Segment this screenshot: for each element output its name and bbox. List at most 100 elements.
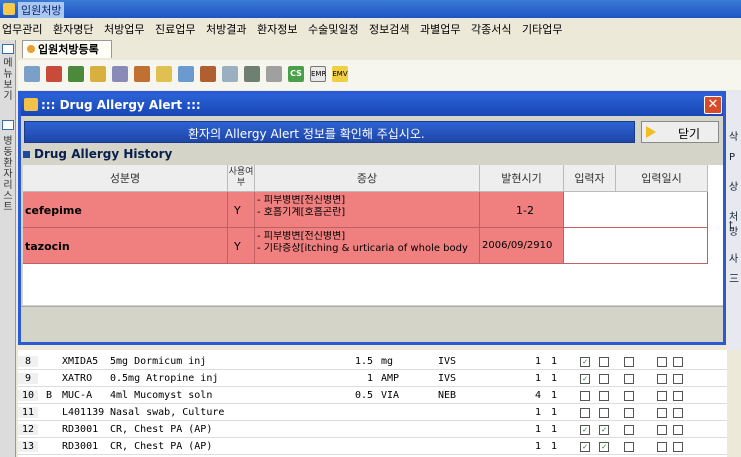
menu-item-search[interactable]: 정보검색 [369,21,409,37]
print-icon[interactable] [24,66,40,82]
emv-icon[interactable]: EMV [332,66,348,82]
book-icon[interactable] [68,66,84,82]
order-checkbox[interactable] [624,408,634,418]
order-checkbox[interactable] [599,391,609,401]
col-header-ingredient[interactable]: 성분명 [23,165,228,192]
order-row[interactable]: 10 B MUC-A 4ml Mucomyst soln 0.5 VIA NEB 4 1 [18,388,727,404]
order-checkbox[interactable] [624,391,634,401]
menu-bar: 업무관리 환자명단 처방업무 진료업무 처방결과 환자정보 수술및일정 정보검색… [0,18,741,38]
order-checkbox[interactable] [673,357,683,367]
order-row[interactable]: 9 XATRO 0.5mg Atropine inj 1 AMP IVS 1 1 ✓ [18,371,727,387]
allergy-history-grid: 성분명 사용여부 증상 발현시기 입력자 입력일시 cefepime Y - 피… [23,165,723,305]
order-row[interactable]: 12 RD3001 CR, Chest PA (AP) 1 1 ✓ ✓ [18,422,727,438]
order-checkbox[interactable] [580,391,590,401]
order-code: MUC-A [62,390,93,401]
menu-item-patients[interactable]: 환자명단 [53,21,93,37]
form-icon[interactable] [178,66,194,82]
order-checkbox[interactable] [673,391,683,401]
menu-item-surgery[interactable]: 수술및일정 [308,21,359,37]
menu-item-forms[interactable]: 각종서식 [471,21,511,37]
order-checkbox[interactable] [599,408,609,418]
order-qty: 1.5 [354,356,373,367]
close-button-label: 닫기 [678,127,701,141]
emr-icon-label: EMR [311,70,327,78]
order-checkbox[interactable]: ✓ [580,374,590,384]
order-checkbox[interactable]: ✓ [580,357,590,367]
menu-item-patient-info[interactable]: 환자정보 [257,21,297,37]
sidebar-toggle-icon[interactable] [2,44,14,54]
order-checkbox[interactable] [673,425,683,435]
menu-item-etc[interactable]: 기타업무 [522,21,562,37]
order-checkbox[interactable] [657,374,667,384]
menu-item-orders[interactable]: 처방업무 [104,21,144,37]
order-checkbox[interactable] [624,442,634,452]
order-checkbox[interactable] [673,374,683,384]
col-header-entered-by[interactable]: 입력자 [564,165,616,192]
order-code: RD3001 [62,441,99,452]
search-icon[interactable] [90,66,106,82]
app-icon [3,3,15,15]
note-icon[interactable] [156,66,172,82]
close-icon[interactable]: ✕ [704,96,722,114]
sidebar-toggle-icon-2[interactable] [2,120,14,130]
emr-icon[interactable]: EMR [310,66,326,82]
order-checkbox[interactable] [624,357,634,367]
col-header-onset[interactable]: 발현시기 [480,165,564,192]
cell-ingredient-text: tazocin [25,240,70,253]
cell-used-text: Y [234,240,241,253]
order-count-b: 1 [551,424,558,435]
col-header-entered-at[interactable]: 입력일시 [616,165,708,192]
order-checkbox[interactable] [624,425,634,435]
order-checkbox[interactable] [624,374,634,384]
zoom-icon[interactable] [112,66,128,82]
col-header-symptom[interactable]: 증상 [255,165,480,192]
menu-item-results[interactable]: 처방결과 [206,21,246,37]
order-checkbox[interactable]: ✓ [580,425,590,435]
order-row[interactable]: 8 XMIDA5 5mg Dormicum inj 1.5 mg IVS 1 1 ✓ [18,354,727,370]
pill-icon[interactable] [222,66,238,82]
order-checkbox[interactable] [657,391,667,401]
order-route: NEB [438,390,457,401]
order-row[interactable]: 13 RD3001 CR, Chest PA (AP) 1 1 ✓ ✓ [18,439,727,455]
order-route: IVS [438,373,457,384]
order-name: 0.5mg Atropine inj [110,373,219,384]
order-checkbox[interactable] [657,425,667,435]
order-checkbox[interactable] [599,374,609,384]
close-button[interactable]: 닫기 [641,121,719,143]
order-checkbox[interactable] [599,357,609,367]
order-row[interactable]: 11 L401139 Nasal swab, Culture 1 1 [18,405,727,421]
order-qty: 1 [366,373,373,384]
cs-icon[interactable]: CS [288,66,304,82]
menu-item-work[interactable]: 업무관리 [2,21,42,37]
list-icon[interactable] [266,66,282,82]
edit-icon[interactable] [134,66,150,82]
order-count-b: 1 [551,356,558,367]
sidebar-tab-ward[interactable]: 병동환자리스트 [1,136,15,213]
order-checkbox[interactable]: ✓ [580,442,590,452]
order-checkbox[interactable] [657,357,667,367]
chart-icon[interactable] [46,66,62,82]
col-header-used[interactable]: 사용여부 [228,165,255,192]
order-checkbox[interactable] [657,408,667,418]
sidebar-tab-menu[interactable]: 메뉴보기 [1,58,15,102]
order-checkbox[interactable] [673,442,683,452]
user-icon[interactable] [200,66,216,82]
order-checkbox[interactable]: ✓ [599,425,609,435]
tab-inpatient-order[interactable]: 입원처방등록 [22,40,112,58]
tab-inpatient-order-label: 입원처방등록 [38,43,99,56]
emv-icon-label: EMV [332,70,348,78]
bed-icon[interactable] [244,66,260,82]
order-checkbox[interactable]: ✓ [599,442,609,452]
arrow-right-icon [646,126,656,138]
menu-item-dept[interactable]: 과별업무 [420,21,460,37]
table-row[interactable]: tazocin Y - 피부병변[전신병변] - 기타증상[itching & … [23,228,723,264]
table-row[interactable]: cefepime Y - 피부병변[전신병변] - 호흡기계[호흡곤란] 1-2 [23,192,723,228]
order-checkbox[interactable] [657,442,667,452]
menu-item-care[interactable]: 진료업무 [155,21,195,37]
order-code: RD3001 [62,424,99,435]
order-no: 10 [18,390,38,401]
right-strip-label-3: 상 [729,182,739,193]
order-count-a: 1 [535,407,542,418]
order-checkbox[interactable] [580,408,590,418]
order-checkbox[interactable] [673,408,683,418]
